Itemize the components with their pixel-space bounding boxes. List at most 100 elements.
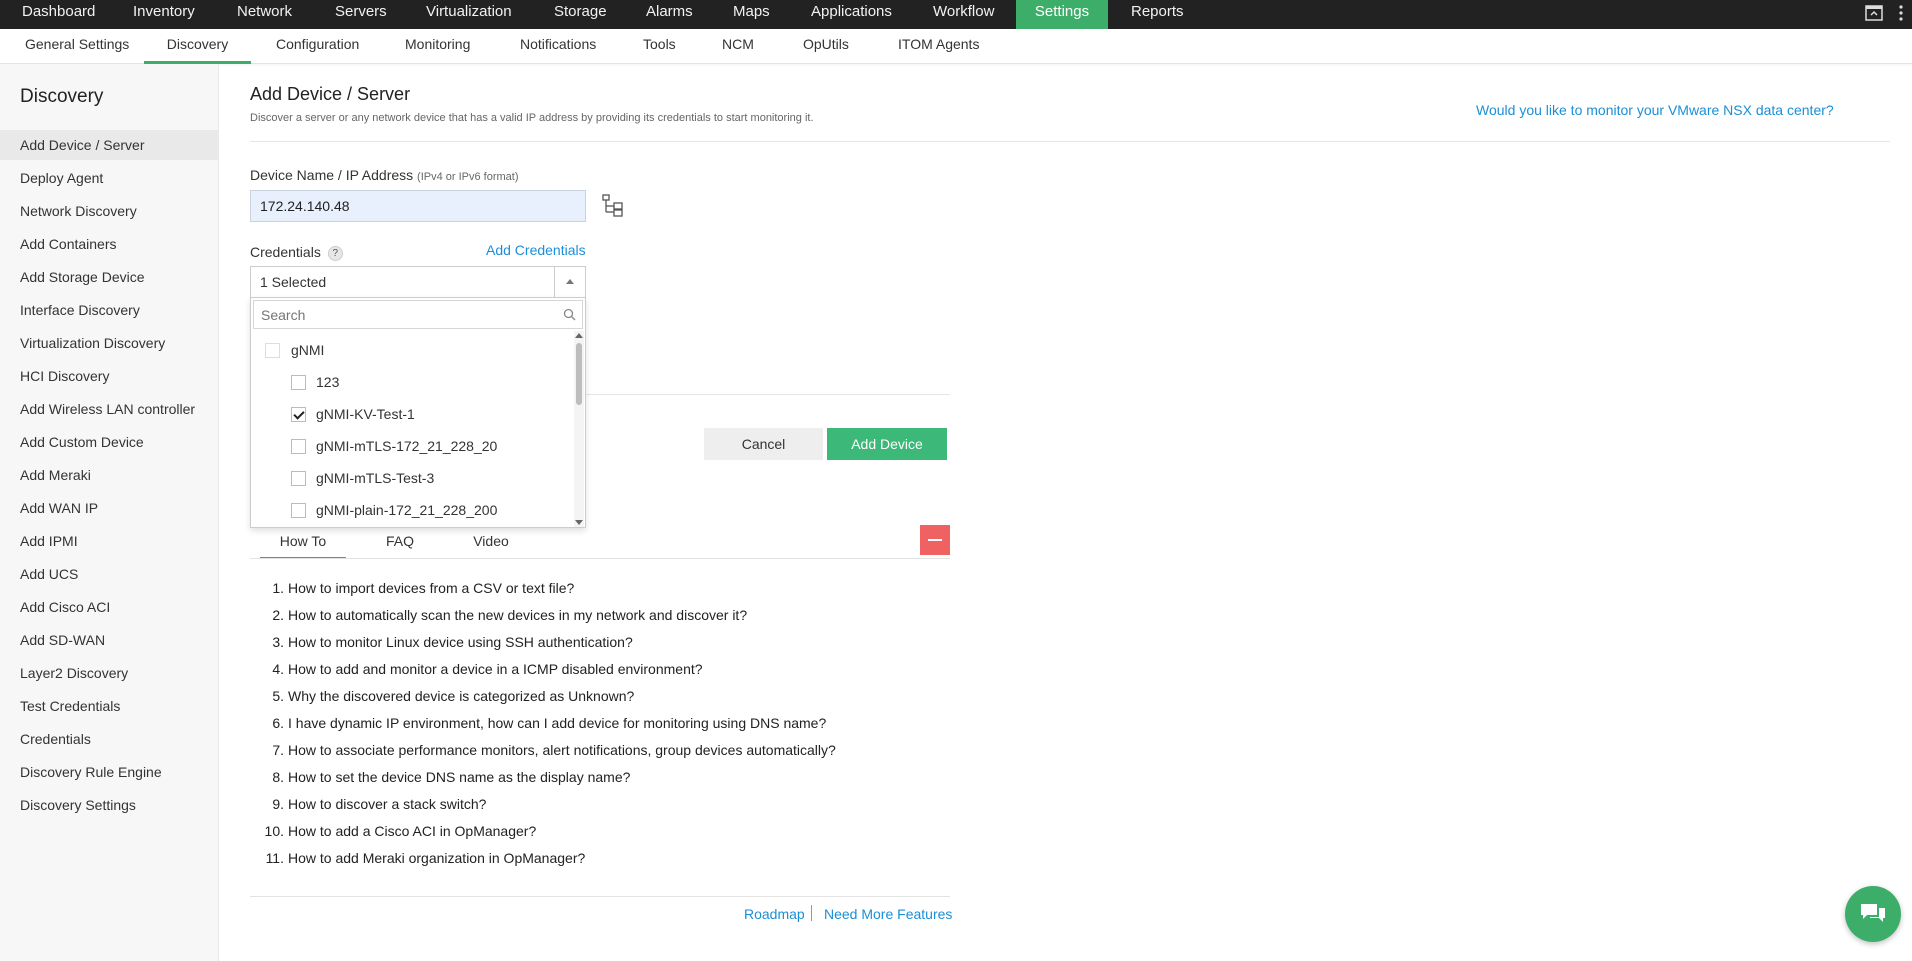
subnav-itom-agents[interactable]: ITOM Agents — [898, 29, 979, 64]
topnav-virtualization[interactable]: Virtualization — [426, 0, 512, 29]
how-to-item[interactable]: 4. How to add and monitor a device in a I… — [250, 659, 703, 686]
how-to-item[interactable]: 9. How to discover a stack switch? — [250, 794, 486, 821]
how-to-link[interactable]: I have dynamic IP environment, how can I… — [288, 715, 826, 731]
sidebar-item-add-cisco-aci[interactable]: Add Cisco ACI — [0, 592, 219, 622]
credential-option[interactable]: gNMI-KV-Test-1 — [291, 401, 415, 427]
tab-how-to[interactable]: How To — [260, 530, 346, 559]
subnav-oputils[interactable]: OpUtils — [803, 29, 849, 64]
option-checkbox[interactable] — [291, 471, 306, 486]
sidebar-item-add-ipmi[interactable]: Add IPMI — [0, 526, 219, 556]
sidebar-item-add-containers[interactable]: Add Containers — [0, 229, 219, 259]
sidebar-item-network-discovery[interactable]: Network Discovery — [0, 196, 219, 226]
topnav-inventory[interactable]: Inventory — [133, 0, 195, 29]
how-to-link[interactable]: How to add Meraki organization in OpMana… — [288, 850, 585, 866]
option-checkbox[interactable] — [291, 439, 306, 454]
topnav-dashboard[interactable]: Dashboard — [22, 0, 95, 29]
collapse-help-button[interactable] — [920, 525, 950, 555]
how-to-link[interactable]: How to set the device DNS name as the di… — [288, 769, 630, 785]
sidebar-item-interface-discovery[interactable]: Interface Discovery — [0, 295, 219, 325]
cancel-button[interactable]: Cancel — [704, 428, 823, 460]
sidebar-item-add-custom-device[interactable]: Add Custom Device — [0, 427, 219, 457]
topnav-network[interactable]: Network — [237, 0, 292, 29]
sidebar-item-add-wan-ip[interactable]: Add WAN IP — [0, 493, 219, 523]
how-to-item[interactable]: 10. How to add a Cisco ACI in OpManager? — [250, 821, 537, 848]
credential-option[interactable]: gNMI-plain-172_21_228_200 — [291, 497, 497, 523]
sidebar-item-add-meraki[interactable]: Add Meraki — [0, 460, 219, 490]
how-to-item[interactable]: 3. How to monitor Linux device using SSH … — [250, 632, 633, 659]
add-credentials-link[interactable]: Add Credentials — [486, 242, 586, 258]
more-vertical-icon[interactable] — [1896, 3, 1906, 23]
tab-video[interactable]: Video — [458, 530, 524, 559]
chat-button[interactable] — [1845, 886, 1901, 942]
roadmap-link[interactable]: Roadmap — [744, 906, 805, 922]
sidebar-item-test-credentials[interactable]: Test Credentials — [0, 691, 219, 721]
how-to-link[interactable]: How to add a Cisco ACI in OpManager? — [288, 823, 536, 839]
topnav-storage[interactable]: Storage — [554, 0, 607, 29]
option-checkbox-checked[interactable] — [291, 407, 306, 422]
scroll-up-icon[interactable] — [575, 333, 583, 338]
sidebar-item-credentials[interactable]: Credentials — [0, 724, 219, 754]
how-to-link[interactable]: How to monitor Linux device using SSH au… — [288, 634, 633, 650]
subnav-tools[interactable]: Tools — [643, 29, 676, 64]
subnav-notifications[interactable]: Notifications — [520, 29, 596, 64]
credentials-options: gNMI 123 gNMI-KV-Test-1 gNMI-mTLS-172_21… — [251, 333, 575, 525]
how-to-item[interactable]: 1. How to import devices from a CSV or te… — [250, 578, 574, 605]
topnav-applications[interactable]: Applications — [811, 0, 892, 29]
how-to-link[interactable]: How to automatically scan the new device… — [288, 607, 747, 623]
sidebar-item-add-storage-device[interactable]: Add Storage Device — [0, 262, 219, 292]
topnav-workflow[interactable]: Workflow — [933, 0, 994, 29]
subnav-configuration[interactable]: Configuration — [276, 29, 359, 64]
how-to-item[interactable]: 2. How to automatically scan the new devi… — [250, 605, 747, 632]
sidebar-item-add-device-server[interactable]: Add Device / Server — [0, 130, 219, 160]
network-topology-icon[interactable] — [600, 193, 626, 219]
sidebar-item-add-ucs[interactable]: Add UCS — [0, 559, 219, 589]
scroll-down-icon[interactable] — [575, 520, 583, 525]
credential-option[interactable]: 123 — [291, 369, 339, 395]
credentials-search-input[interactable] — [254, 301, 544, 328]
need-more-features-link[interactable]: Need More Features — [824, 906, 952, 922]
sidebar-item-hci-discovery[interactable]: HCI Discovery — [0, 361, 219, 391]
sidebar-item-discovery-settings[interactable]: Discovery Settings — [0, 790, 219, 820]
how-to-link[interactable]: How to discover a stack switch? — [288, 796, 486, 812]
option-checkbox[interactable] — [291, 503, 306, 518]
topnav-servers[interactable]: Servers — [335, 0, 387, 29]
help-icon[interactable]: ? — [327, 246, 343, 261]
credential-group-gnmi[interactable]: gNMI — [265, 337, 324, 363]
how-to-item[interactable]: 6. I have dynamic IP environment, how can… — [250, 713, 826, 740]
topnav-settings[interactable]: Settings — [1016, 0, 1108, 29]
dropdown-scrollbar[interactable] — [574, 331, 584, 527]
subnav-monitoring[interactable]: Monitoring — [405, 29, 470, 64]
how-to-item[interactable]: 7. How to associate performance monitors,… — [250, 740, 836, 767]
how-to-link[interactable]: How to add and monitor a device in a ICM… — [288, 661, 703, 677]
credential-option[interactable]: gNMI-mTLS-Test-3 — [291, 465, 434, 491]
topnav-reports[interactable]: Reports — [1131, 0, 1184, 29]
option-checkbox[interactable] — [291, 375, 306, 390]
topnav-maps[interactable]: Maps — [733, 0, 770, 29]
how-to-item[interactable]: 5. Why the discovered device is categoriz… — [250, 686, 634, 713]
how-to-link[interactable]: How to associate performance monitors, a… — [288, 742, 836, 758]
subnav-ncm[interactable]: NCM — [722, 29, 754, 64]
sidebar-item-virtualization-discovery[interactable]: Virtualization Discovery — [0, 328, 219, 358]
scroll-thumb[interactable] — [576, 343, 582, 405]
subnav-general-settings[interactable]: General Settings — [25, 29, 129, 64]
how-to-item[interactable]: 11. How to add Meraki organization in OpM… — [250, 848, 586, 875]
subnav-discovery[interactable]: Discovery — [144, 29, 251, 64]
sidebar-item-add-wireless-lan-controller[interactable]: Add Wireless LAN controller — [0, 394, 219, 424]
how-to-item[interactable]: 8. How to set the device DNS name as the … — [250, 767, 630, 794]
device-ip-input[interactable] — [250, 190, 586, 222]
vmware-nsx-link[interactable]: Would you like to monitor your VMware NS… — [1476, 102, 1834, 118]
how-to-link[interactable]: How to import devices from a CSV or text… — [288, 580, 574, 596]
tab-faq[interactable]: FAQ — [368, 530, 432, 559]
credentials-toggle[interactable] — [554, 267, 585, 297]
how-to-link[interactable]: Why the discovered device is categorized… — [288, 688, 634, 704]
credential-option[interactable]: gNMI-mTLS-172_21_228_20 — [291, 433, 497, 459]
sidebar-item-deploy-agent[interactable]: Deploy Agent — [0, 163, 219, 193]
group-checkbox[interactable] — [265, 343, 280, 358]
topnav-alarms[interactable]: Alarms — [646, 0, 693, 29]
add-device-button[interactable]: Add Device — [827, 428, 947, 460]
window-icon[interactable] — [1864, 3, 1884, 23]
sidebar-item-layer2-discovery[interactable]: Layer2 Discovery — [0, 658, 219, 688]
sidebar-item-add-sd-wan[interactable]: Add SD-WAN — [0, 625, 219, 655]
credentials-select[interactable]: 1 Selected — [250, 266, 586, 298]
sidebar-item-discovery-rule-engine[interactable]: Discovery Rule Engine — [0, 757, 219, 787]
